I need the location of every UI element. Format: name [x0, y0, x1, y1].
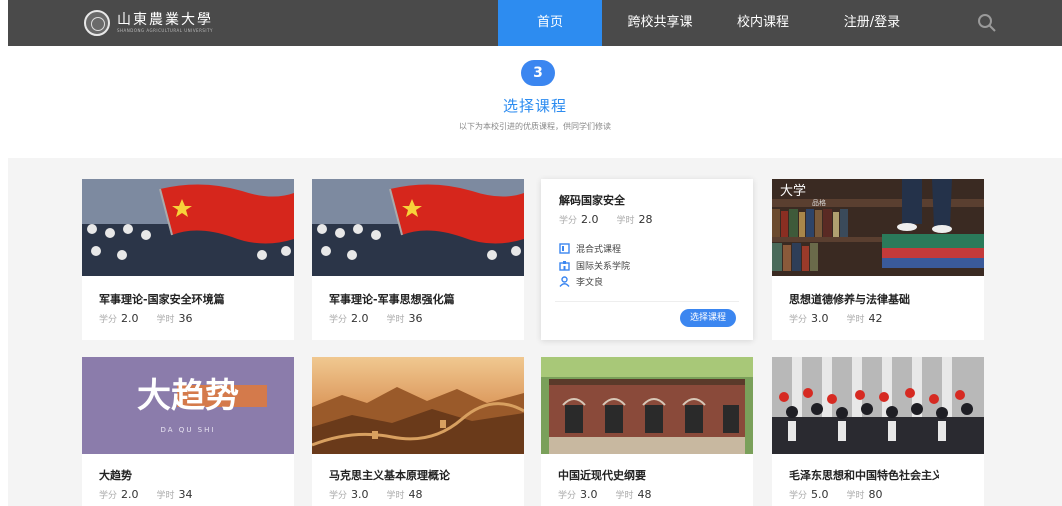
main-nav: 首页 跨校共享课 校内课程 注册/登录 [498, 0, 936, 46]
thumbnail-subtext: DA QU SHI [161, 426, 216, 434]
course-title[interactable]: 军事理论-军事思想强化篇 [329, 291, 479, 307]
university-logo[interactable]: 山東農業大學 SHANDONG AGRICULTURAL UNIVERSITY [84, 9, 213, 37]
course-thumbnail [82, 179, 294, 276]
course-teacher: 李文良 [576, 278, 604, 288]
course-title[interactable]: 中国近现代史纲要 [558, 467, 708, 483]
course-card[interactable]: 军事理论-国家安全环境篇 学分 2.0 学时 36 [82, 179, 294, 340]
book-icon [559, 243, 570, 254]
course-card[interactable]: 毛泽东思想和中国特色社会主义理论体系概论 学分5.0学时80 [772, 357, 984, 506]
top-navigation-bar: 山東農業大學 SHANDONG AGRICULTURAL UNIVERSITY … [8, 0, 1062, 46]
course-detail-card[interactable]: 解码国家安全 学分 2.0 学时 28 混合式课程 国际关系学院 李文良 选择课程 [541, 179, 753, 340]
search-icon[interactable] [976, 12, 998, 34]
course-meta: 学分 3.0 学时 48 [558, 488, 652, 501]
step-number-badge: 3 [521, 60, 555, 86]
thumbnail-text: 大趋势 [137, 376, 239, 416]
course-title[interactable]: 思想道德修养与法律基础 [789, 291, 939, 307]
course-teacher-row: 李文良 [559, 275, 603, 288]
thumbnail-subtext: 品格 [812, 198, 826, 207]
course-type: 混合式课程 [576, 245, 622, 255]
course-meta: 学分 3.0 学时 42 [789, 312, 883, 325]
course-card[interactable]: 中国近现代史纲要 学分 3.0 学时 48 [541, 357, 753, 506]
course-card[interactable]: 大学 品格 思想道德修养与法律基础 学分 3.0 学时 42 [772, 179, 984, 340]
course-title[interactable]: 马克思主义基本原理概论 [329, 467, 479, 483]
course-title[interactable]: 大趋势 [99, 467, 249, 483]
page-title: 选择课程 [502, 97, 567, 115]
logo-english-text: SHANDONG AGRICULTURAL UNIVERSITY [117, 28, 213, 33]
course-meta: 学分 2.0 学时 36 [99, 312, 193, 325]
user-icon [559, 276, 570, 287]
university-seal-icon [84, 10, 110, 36]
course-school: 国际关系学院 [576, 262, 631, 272]
nav-register-login[interactable]: 注册/登录 [808, 0, 936, 46]
course-meta: 学分 5.0 学时 80 [789, 488, 883, 501]
page-subtitle: 以下为本校引进的优质课程，供同学们修读 [459, 122, 611, 131]
step-intro-section: 3 选择课程 以下为本校引进的优质课程，供同学们修读 [8, 46, 1062, 158]
course-thumbnail [772, 357, 984, 454]
nav-campus-courses[interactable]: 校内课程 [718, 0, 808, 46]
course-card[interactable]: 军事理论-军事思想强化篇 学分 2.0 学时 36 [312, 179, 524, 340]
divider [555, 301, 739, 302]
course-meta: 学分 2.0 学时 28 [559, 213, 653, 226]
course-meta: 学分 2.0 学时 34 [99, 488, 193, 501]
course-thumbnail: 大学 品格 [772, 179, 984, 276]
logo-text: 山東農業大學 [117, 12, 213, 28]
course-card[interactable]: 马克思主义基本原理概论 学分 3.0 学时 48 [312, 357, 524, 506]
course-thumbnail [312, 357, 524, 454]
nav-cross-school-courses[interactable]: 跨校共享课 [602, 0, 718, 46]
select-course-button[interactable]: 选择课程 [680, 309, 736, 327]
course-type-row: 混合式课程 [559, 242, 621, 255]
course-thumbnail [312, 179, 524, 276]
page-margin [0, 0, 8, 506]
course-thumbnail [541, 357, 753, 454]
course-meta: 学分 2.0 学时 36 [329, 312, 423, 325]
course-title[interactable]: 军事理论-国家安全环境篇 [99, 291, 249, 307]
nav-home[interactable]: 首页 [498, 0, 602, 46]
building-icon [559, 261, 570, 271]
course-meta: 学分 3.0 学时 48 [329, 488, 423, 501]
thumbnail-text: 大学 [780, 183, 806, 199]
course-school-row: 国际关系学院 [559, 259, 630, 272]
course-thumbnail: 大趋势 DA QU SHI [82, 357, 294, 454]
course-title[interactable]: 毛泽东思想和中国特色社会主义理论体系概论 [789, 467, 939, 483]
course-card[interactable]: 大趋势 DA QU SHI 大趋势 学分 2.0 学时 34 [82, 357, 294, 506]
course-title[interactable]: 解码国家安全 [559, 192, 625, 208]
